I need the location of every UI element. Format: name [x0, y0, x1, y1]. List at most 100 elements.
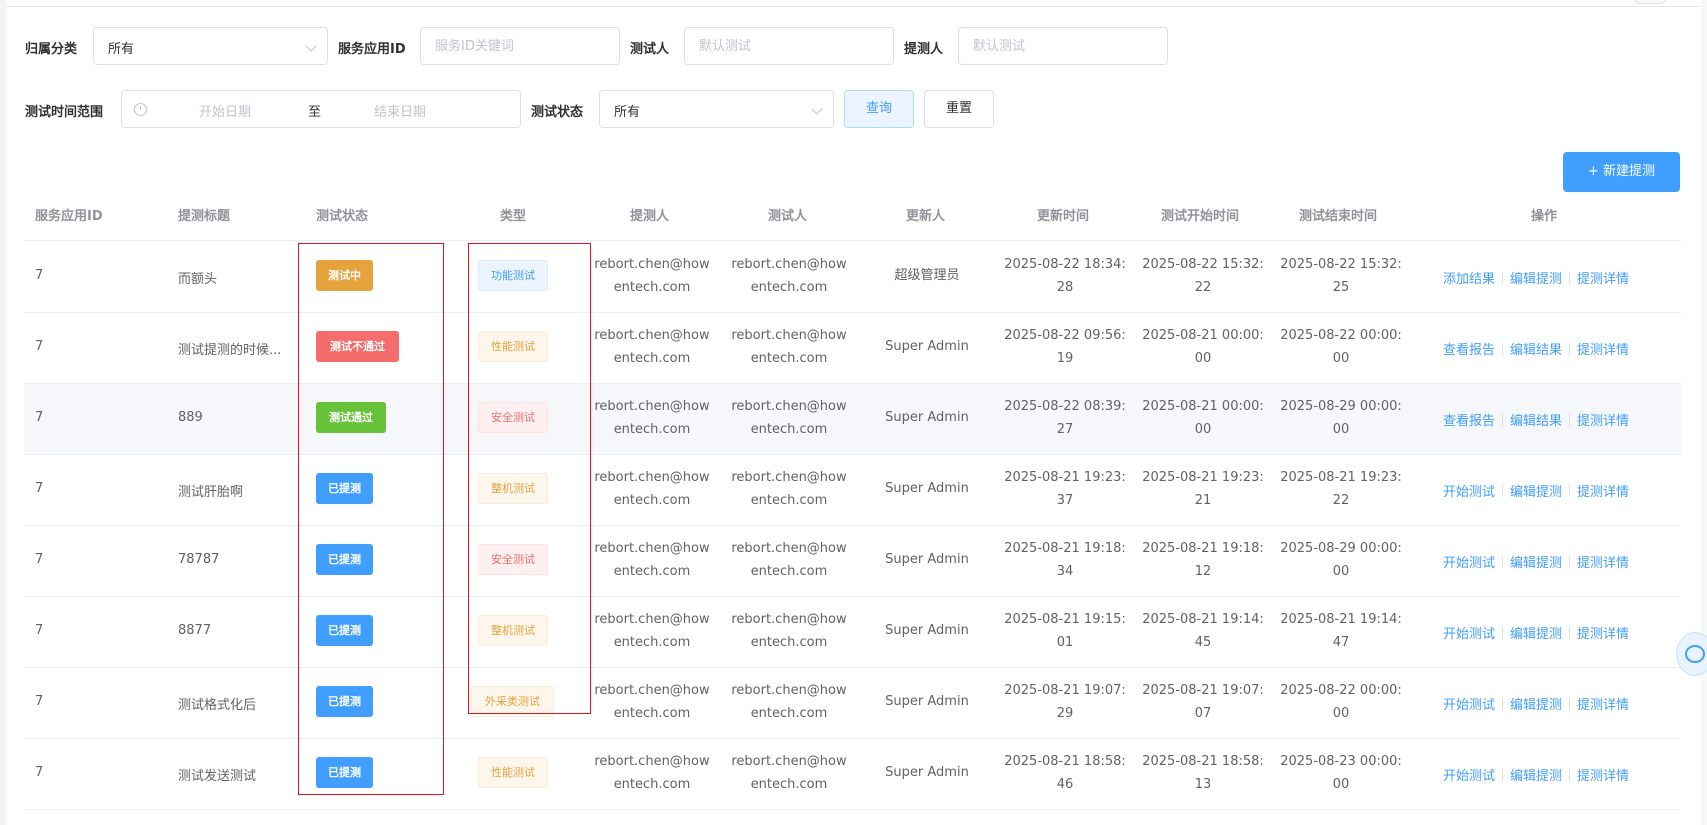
action-link-3[interactable]: 提测详情 [1577, 627, 1629, 642]
cell-updated-time: 2025-08-22 09:56: 19 [1000, 324, 1130, 370]
cell-end-time: 2025-08-29 00:00: 00 [1276, 537, 1406, 583]
end-date-input[interactable]: 结束日期 [374, 101, 426, 120]
action-link-2[interactable]: 编辑提测 [1510, 556, 1562, 571]
cell-submitter-line-2: entech.com [613, 493, 691, 508]
action-separator [1502, 769, 1504, 781]
cell-start-time-line-1: 2025-08-21 00:00: [1142, 399, 1264, 414]
cell-start-time-line-1: 2025-08-21 19:07: [1142, 683, 1264, 698]
cell-end-time: 2025-08-23 00:00: 00 [1276, 750, 1406, 796]
test-status-label: 测试状态 [531, 105, 584, 120]
action-separator [1569, 414, 1571, 426]
action-link-1[interactable]: 开始测试 [1443, 769, 1495, 784]
cell-updated-time-line-2: 28 [1056, 280, 1074, 295]
right-scrollbar-track[interactable] [1701, 0, 1707, 825]
cell-start-time: 2025-08-22 15:32: 22 [1138, 253, 1268, 299]
cell-tester-line-1: rebort.chen@how [731, 257, 847, 272]
cell-submitter-line-1: rebort.chen@how [594, 399, 710, 414]
cell-start-time-line-1: 2025-08-21 19:18: [1142, 541, 1264, 556]
cell-submitter: rebort.chen@how entech.com [587, 750, 717, 796]
action-link-3[interactable]: 提测详情 [1577, 272, 1629, 287]
cell-submitter: rebort.chen@how entech.com [587, 395, 717, 441]
top-right-toggle[interactable] [1635, 0, 1665, 4]
new-submission-button[interactable]: + 新建提测 [1563, 152, 1680, 192]
action-separator [1569, 769, 1571, 781]
cell-tester-line-2: entech.com [750, 777, 828, 792]
cell-submitter-line-1: rebort.chen@how [594, 612, 710, 627]
date-range-picker[interactable]: 开始日期 至 结束日期 [121, 90, 521, 128]
cell-tester-line-1: rebort.chen@how [731, 541, 847, 556]
chevron-down-icon [305, 40, 317, 52]
cell-updater: Super Admin [885, 481, 969, 496]
service-id-field[interactable] [420, 27, 620, 65]
cell-end-time: 2025-08-22 00:00: 00 [1276, 679, 1406, 725]
category-select-value: 所有 [108, 42, 135, 57]
cell-tester-line-2: entech.com [750, 351, 828, 366]
cell-tester-line-1: rebort.chen@how [731, 683, 847, 698]
cell-tester: rebort.chen@how entech.com [724, 750, 854, 796]
cell-tester: rebort.chen@how entech.com [724, 537, 854, 583]
cell-tester-line-1: rebort.chen@how [731, 399, 847, 414]
cell-service-id: 7 [35, 268, 44, 283]
cell-submitter-line-2: entech.com [613, 706, 691, 721]
cell-updated-time-line-1: 2025-08-21 19:15: [1004, 612, 1126, 627]
annotation-type-box [468, 243, 591, 714]
cell-tester: rebort.chen@how entech.com [724, 253, 854, 299]
cell-end-time-line-2: 22 [1332, 493, 1350, 508]
action-link-1[interactable]: 开始测试 [1443, 627, 1495, 642]
cell-updated-time-line-1: 2025-08-22 09:56: [1004, 328, 1126, 343]
cell-title: 78787 [178, 552, 220, 567]
action-link-1[interactable]: 添加结果 [1443, 272, 1495, 287]
action-link-1[interactable]: 查看报告 [1443, 343, 1495, 358]
cell-title: 而额头 [178, 272, 218, 287]
action-link-3[interactable]: 提测详情 [1577, 414, 1629, 429]
tester-input[interactable] [685, 28, 893, 64]
cell-submitter-line-2: entech.com [613, 422, 691, 437]
action-link-2[interactable]: 编辑结果 [1510, 414, 1562, 429]
action-link-3[interactable]: 提测详情 [1577, 485, 1629, 500]
action-link-1[interactable]: 开始测试 [1443, 485, 1495, 500]
cell-end-time-line-1: 2025-08-22 00:00: [1280, 328, 1402, 343]
action-link-2[interactable]: 编辑结果 [1510, 343, 1562, 358]
action-link-1[interactable]: 开始测试 [1443, 698, 1495, 713]
reset-button[interactable]: 重置 [924, 90, 994, 128]
cell-start-time-line-2: 07 [1194, 706, 1212, 721]
cell-start-time-line-1: 2025-08-21 00:00: [1142, 328, 1264, 343]
action-separator [1569, 698, 1571, 710]
tester-field[interactable] [684, 27, 894, 65]
row-actions: 开始测试 编辑提测 提测详情 [1443, 552, 1629, 571]
cell-updated-time-line-2: 46 [1056, 777, 1074, 792]
submitter-input[interactable] [959, 28, 1167, 64]
cell-start-time: 2025-08-21 19:23: 21 [1138, 466, 1268, 512]
query-button[interactable]: 查询 [844, 90, 914, 128]
cell-updated-time-line-1: 2025-08-21 19:07: [1004, 683, 1126, 698]
action-link-3[interactable]: 提测详情 [1577, 769, 1629, 784]
action-link-2[interactable]: 编辑提测 [1510, 627, 1562, 642]
action-link-1[interactable]: 查看报告 [1443, 414, 1495, 429]
test-status-select[interactable]: 所有 [599, 90, 834, 128]
action-link-2[interactable]: 编辑提测 [1510, 485, 1562, 500]
cell-submitter-line-2: entech.com [613, 564, 691, 579]
cell-end-time-line-2: 00 [1332, 706, 1350, 721]
action-separator [1502, 485, 1504, 497]
action-link-3[interactable]: 提测详情 [1577, 343, 1629, 358]
cell-updated-time: 2025-08-21 19:07: 29 [1000, 679, 1130, 725]
cell-tester: rebort.chen@how entech.com [724, 608, 854, 654]
action-link-3[interactable]: 提测详情 [1577, 556, 1629, 571]
cell-tester-line-1: rebort.chen@how [731, 328, 847, 343]
date-range-separator: 至 [308, 105, 322, 120]
cell-updated-time-line-2: 19 [1056, 351, 1074, 366]
start-date-input[interactable]: 开始日期 [199, 101, 251, 120]
category-select[interactable]: 所有 [93, 27, 328, 65]
submitter-field[interactable] [958, 27, 1168, 65]
cell-end-time-line-1: 2025-08-21 19:23: [1280, 470, 1402, 485]
action-link-2[interactable]: 编辑提测 [1510, 698, 1562, 713]
action-link-1[interactable]: 开始测试 [1443, 556, 1495, 571]
cell-tester-line-2: entech.com [750, 635, 828, 650]
cell-end-time-line-2: 00 [1332, 351, 1350, 366]
action-link-2[interactable]: 编辑提测 [1510, 769, 1562, 784]
action-link-3[interactable]: 提测详情 [1577, 698, 1629, 713]
action-link-2[interactable]: 编辑提测 [1510, 272, 1562, 287]
cell-submitter: rebort.chen@how entech.com [587, 608, 717, 654]
service-id-input[interactable] [421, 28, 619, 64]
chat-assistant-icon[interactable] [1676, 632, 1707, 676]
